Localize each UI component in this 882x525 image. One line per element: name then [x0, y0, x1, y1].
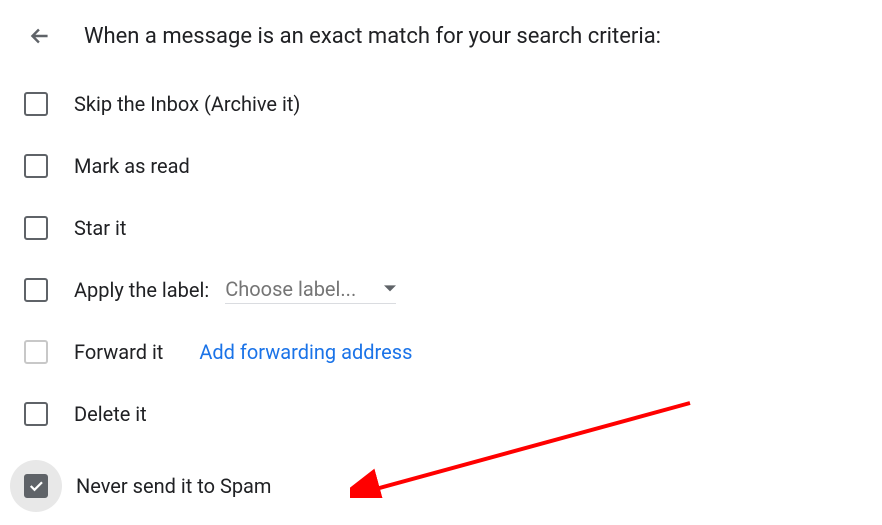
- filter-options: Skip the Inbox (Archive it) Mark as read…: [24, 88, 858, 512]
- label-forward: Forward it: [74, 340, 163, 364]
- checkbox-ripple: [10, 460, 62, 512]
- header-title: When a message is an exact match for you…: [84, 24, 661, 49]
- label-mark-read: Mark as read: [74, 154, 190, 178]
- checkbox-skip-inbox[interactable]: [24, 92, 48, 116]
- filter-header: When a message is an exact match for you…: [24, 20, 858, 52]
- arrow-left-icon: [27, 23, 53, 49]
- checkbox-mark-read[interactable]: [24, 154, 48, 178]
- label-apply-label: Apply the label:: [74, 278, 209, 302]
- label-never-spam: Never send it to Spam: [76, 474, 271, 498]
- option-mark-read: Mark as read: [24, 150, 858, 182]
- add-forwarding-link[interactable]: Add forwarding address: [199, 340, 412, 364]
- checkbox-star[interactable]: [24, 216, 48, 240]
- label-skip-inbox: Skip the Inbox (Archive it): [74, 92, 300, 116]
- option-never-spam: Never send it to Spam: [24, 460, 858, 512]
- checkbox-delete[interactable]: [24, 402, 48, 426]
- option-skip-inbox: Skip the Inbox (Archive it): [24, 88, 858, 120]
- checkbox-apply-label[interactable]: [24, 278, 48, 302]
- dropdown-placeholder: Choose label...: [225, 277, 356, 301]
- option-delete: Delete it: [24, 398, 858, 430]
- checkbox-forward[interactable]: [24, 340, 48, 364]
- chevron-down-icon: [384, 283, 396, 295]
- option-star: Star it: [24, 212, 858, 244]
- option-forward: Forward it Add forwarding address: [24, 336, 858, 368]
- back-button[interactable]: [24, 20, 56, 52]
- label-delete: Delete it: [74, 402, 147, 426]
- forward-container: Forward it Add forwarding address: [74, 340, 412, 364]
- checkbox-never-spam[interactable]: [24, 474, 48, 498]
- label-star: Star it: [74, 216, 126, 240]
- apply-label-container: Apply the label: Choose label...: [74, 277, 396, 304]
- option-apply-label: Apply the label: Choose label...: [24, 274, 858, 306]
- label-dropdown[interactable]: Choose label...: [225, 277, 396, 304]
